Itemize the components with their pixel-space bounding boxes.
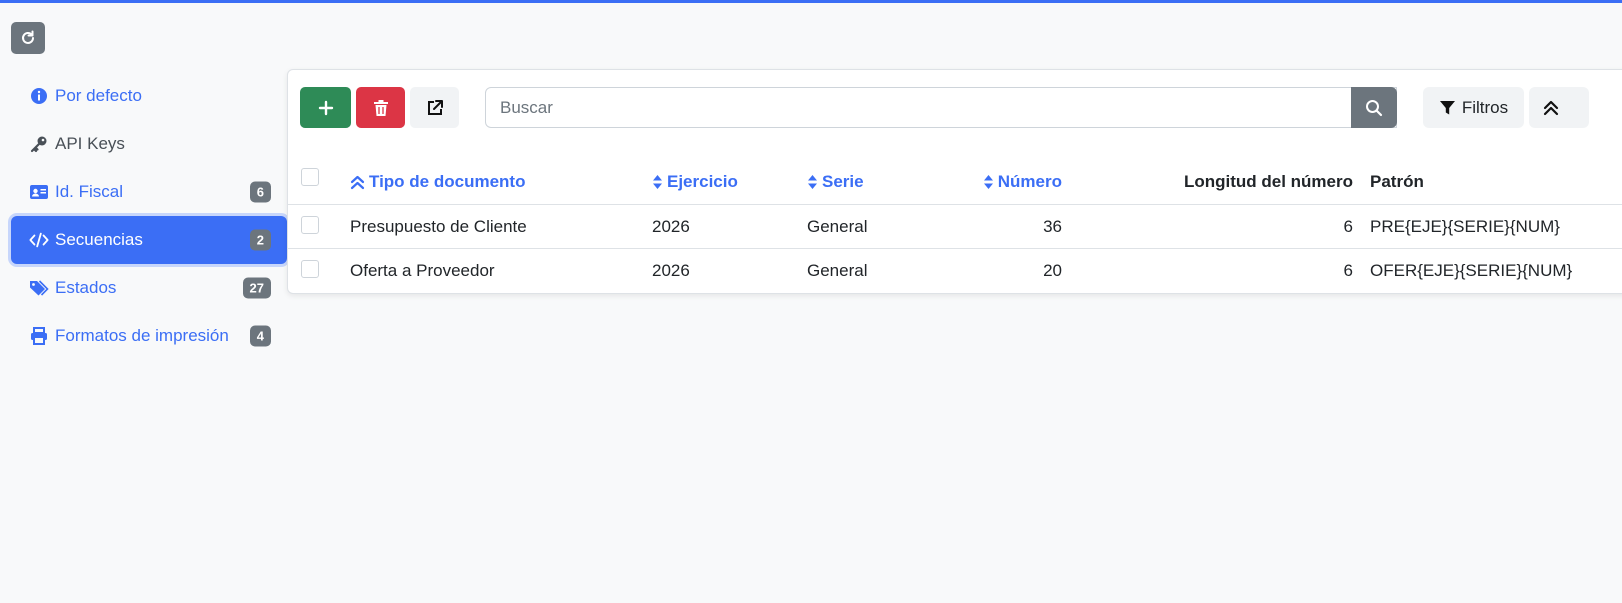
sidebar-item-api-keys[interactable]: API Keys xyxy=(11,120,287,168)
column-header-serie[interactable]: Serie xyxy=(807,160,864,204)
id-card-icon xyxy=(29,182,49,202)
list-panel: Filtros Tipo de documento Ejercicio Seri… xyxy=(287,69,1622,294)
plus-icon xyxy=(318,100,333,115)
cell-longitud: 6 xyxy=(1343,261,1353,280)
cell-serie: General xyxy=(807,216,868,236)
row-checkbox[interactable] xyxy=(301,216,319,234)
cell-ejercicio: 2026 xyxy=(652,261,690,280)
filters-button[interactable]: Filtros xyxy=(1423,87,1524,128)
sidebar-item-label: Estados xyxy=(55,278,117,297)
tags-icon xyxy=(29,278,49,298)
code-icon xyxy=(29,230,49,250)
sidebar-item-label: API Keys xyxy=(55,134,125,153)
refresh-button[interactable] xyxy=(11,22,45,54)
count-badge: 6 xyxy=(249,181,271,203)
cell-patron: OFER{EJE}{SERIE}{NUM} xyxy=(1370,261,1573,280)
top-accent-bar xyxy=(0,0,1622,3)
filters-label: Filtros xyxy=(1461,97,1509,117)
chevron-double-up-icon xyxy=(1543,100,1559,115)
search-button[interactable] xyxy=(1351,87,1397,128)
table-row[interactable]: Oferta a Proveedor 2026 General 20 6 OFE… xyxy=(288,249,1622,293)
column-header-patron: Patrón xyxy=(1370,172,1424,191)
column-header-numero[interactable]: Número xyxy=(968,160,1062,204)
collapse-button[interactable] xyxy=(1529,87,1589,128)
select-all-checkbox[interactable] xyxy=(301,168,319,186)
count-badge: 4 xyxy=(249,325,271,347)
print-icon xyxy=(29,326,49,346)
filter-icon xyxy=(1439,100,1455,114)
cell-patron: PRE{EJE}{SERIE}{NUM} xyxy=(1370,216,1560,236)
count-badge: 27 xyxy=(242,277,271,299)
sidebar-item-label: Por defecto xyxy=(55,86,142,105)
trash-icon xyxy=(373,99,388,116)
refresh-icon xyxy=(22,30,34,44)
add-button[interactable] xyxy=(300,87,351,128)
info-circle-icon xyxy=(29,86,49,106)
delete-button[interactable] xyxy=(356,87,405,128)
column-header-longitud: Longitud del número xyxy=(1183,172,1353,191)
sidebar-item-id-fiscal[interactable]: Id. Fiscal 6 xyxy=(11,168,287,216)
cell-ejercicio: 2026 xyxy=(652,216,690,236)
cell-tipo[interactable]: Presupuesto de Cliente xyxy=(350,205,527,248)
column-header-ejercicio[interactable]: Ejercicio xyxy=(652,160,738,204)
sidebar-item-por-defecto[interactable]: Por defecto xyxy=(11,72,287,120)
cell-numero: 36 xyxy=(1043,216,1062,236)
table-row[interactable]: Presupuesto de Cliente 2026 General 36 6… xyxy=(288,205,1622,249)
cell-numero: 20 xyxy=(1043,261,1062,280)
key-icon xyxy=(29,134,49,154)
sidebar-item-secuencias[interactable]: Secuencias 2 xyxy=(11,216,287,264)
sidebar-item-formatos-impresion[interactable]: Formatos de impresión 4 xyxy=(11,312,287,360)
count-badge: 2 xyxy=(249,229,271,251)
sidebar-item-label: Id. Fiscal xyxy=(55,182,124,201)
sort-icon xyxy=(652,174,663,190)
search-icon xyxy=(1366,99,1383,116)
sort-icon xyxy=(807,174,818,190)
sort-asc-icon xyxy=(350,174,365,190)
sidebar-item-label: Secuencias xyxy=(55,230,143,249)
cell-tipo[interactable]: Oferta a Proveedor xyxy=(350,249,495,293)
search-input[interactable] xyxy=(485,87,1397,128)
table-header-row: Tipo de documento Ejercicio Serie Número… xyxy=(288,160,1622,205)
column-header-tipo[interactable]: Tipo de documento xyxy=(350,160,525,204)
external-link-icon xyxy=(427,99,443,115)
sequences-table: Tipo de documento Ejercicio Serie Número… xyxy=(288,160,1622,293)
sidebar-item-estados[interactable]: Estados 27 xyxy=(11,264,287,312)
cell-longitud: 6 xyxy=(1343,216,1353,236)
sort-icon xyxy=(983,174,994,190)
open-external-button[interactable] xyxy=(410,87,459,128)
row-checkbox[interactable] xyxy=(301,260,319,278)
cell-serie: General xyxy=(807,261,868,280)
sidebar: Por defecto API Keys Id. Fiscal 6 Secuen… xyxy=(11,72,287,360)
sidebar-item-label: Formatos de impresión xyxy=(55,326,229,345)
